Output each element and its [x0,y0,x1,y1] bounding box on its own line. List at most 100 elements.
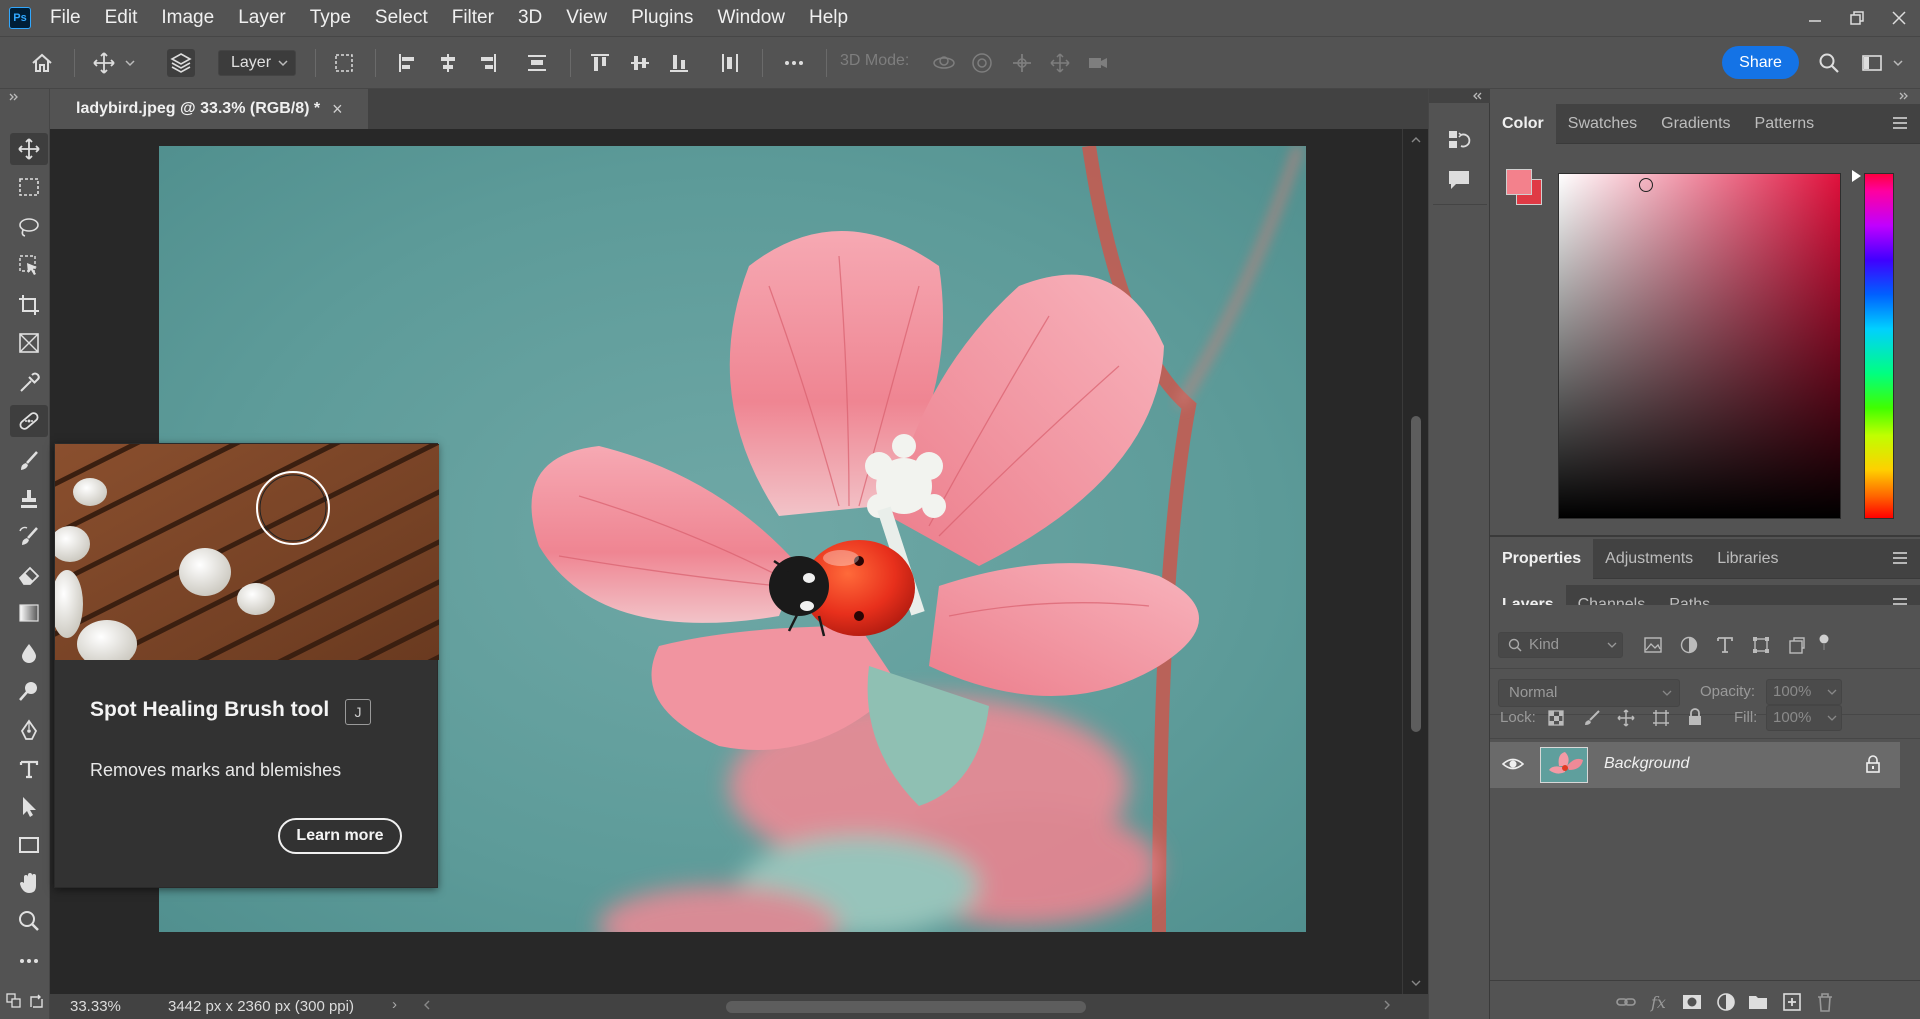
filter-adjustment-icon[interactable] [1679,635,1699,655]
filter-pixel-icon[interactable] [1643,635,1663,655]
align-vertical-center-icon[interactable] [626,49,654,77]
menu-type[interactable]: Type [310,7,351,29]
scroll-down-icon[interactable] [1410,978,1422,988]
spot-healing-brush-icon[interactable] [10,405,48,437]
tab-swatches[interactable]: Swatches [1556,104,1649,144]
chevron-down-icon[interactable] [122,49,138,77]
filter-shape-icon[interactable] [1751,635,1771,655]
scroll-left-icon[interactable] [422,996,432,1014]
frame-icon[interactable] [10,327,48,359]
menu-image[interactable]: Image [161,7,214,29]
document-tab[interactable]: ladybird.jpeg @ 33.3% (RGB/8) * × [50,89,368,129]
collapse-double-arrow-icon[interactable] [1898,90,1910,102]
pen-icon[interactable] [10,715,48,747]
filter-toggle-icon[interactable] [1817,634,1831,650]
delete-layer-icon[interactable] [1814,991,1836,1013]
zoom-icon[interactable] [10,905,48,937]
distribute-horizontal-icon[interactable] [716,49,744,77]
eraser-icon[interactable] [10,559,48,591]
type-icon[interactable] [10,753,48,785]
edit-toolbar-icon[interactable] [10,945,48,977]
align-horizontal-center-icon[interactable] [434,49,462,77]
eye-visibility-icon[interactable] [1502,755,1524,773]
restore-button[interactable] [1836,0,1878,36]
lock-artboard-icon[interactable] [1652,709,1670,727]
distribute-vertical-icon[interactable] [523,49,551,77]
crop-icon[interactable] [10,289,48,321]
fill-input[interactable]: 100% [1766,705,1842,731]
vertical-scroll-thumb[interactable] [1411,416,1421,732]
menu-plugins[interactable]: Plugins [631,7,693,29]
hue-slider[interactable] [1864,173,1894,519]
brush-icon[interactable] [10,445,48,477]
rectangle-icon[interactable] [10,829,48,861]
lock-all-icon[interactable] [1686,708,1704,726]
close-tab-icon[interactable]: × [332,99,343,120]
layer-effects-icon[interactable]: fx [1649,991,1671,1013]
minimize-button[interactable] [1794,0,1836,36]
learn-more-button[interactable]: Learn more [278,818,402,854]
rectangular-marquee-icon[interactable] [10,171,48,203]
move-tool-icon[interactable] [10,133,48,165]
comments-icon[interactable] [1444,165,1474,195]
menu-edit[interactable]: Edit [105,7,138,29]
layer-row-background[interactable]: Background [1490,742,1900,788]
object-selection-icon[interactable] [10,249,48,281]
foreground-color-swatch[interactable] [1506,169,1532,195]
filter-type-icon[interactable] [1715,635,1735,655]
close-window-button[interactable] [1878,0,1920,36]
tab-patterns[interactable]: Patterns [1743,104,1827,144]
new-group-icon[interactable] [1747,991,1769,1013]
menu-file[interactable]: File [50,7,81,29]
menu-filter[interactable]: Filter [452,7,494,29]
tab-libraries[interactable]: Libraries [1705,539,1790,579]
auto-select-icon[interactable] [167,49,195,77]
workspace-icon[interactable] [1858,49,1886,77]
add-mask-icon[interactable] [1681,991,1703,1013]
home-icon[interactable] [28,49,56,77]
layer-name[interactable]: Background [1604,755,1689,773]
new-layer-icon[interactable] [1781,991,1803,1013]
align-bottom-icon[interactable] [665,49,693,77]
tab-gradients[interactable]: Gradients [1649,104,1742,144]
lasso-icon[interactable] [10,211,48,243]
status-menu-arrow[interactable]: › [392,996,397,1013]
chevron-down-icon[interactable] [1890,49,1906,77]
layer-lock-icon[interactable] [1864,755,1882,773]
color-picker-marker[interactable] [1639,178,1653,192]
align-left-icon[interactable] [394,49,422,77]
eyedropper-icon[interactable] [10,367,48,399]
history-icon[interactable] [1444,125,1474,155]
align-right-icon[interactable] [473,49,501,77]
clone-stamp-icon[interactable] [10,483,48,515]
menu-help[interactable]: Help [809,7,848,29]
share-button[interactable]: Share [1722,46,1799,79]
zoom-level[interactable]: 33.33% [70,998,121,1015]
menu-layer[interactable]: Layer [238,7,286,29]
lock-position-icon[interactable] [1617,709,1635,727]
collapse-double-arrow-icon[interactable] [1471,90,1483,102]
filter-smart-object-icon[interactable] [1787,635,1807,655]
path-selection-icon[interactable] [10,791,48,823]
color-saturation-field[interactable] [1558,173,1841,519]
blur-icon[interactable] [10,637,48,669]
menu-window[interactable]: Window [717,7,785,29]
menu-view[interactable]: View [566,7,607,29]
menu-3d[interactable]: 3D [518,7,542,29]
scroll-right-icon[interactable] [1382,996,1392,1014]
swap-colors-icon[interactable] [28,993,46,1011]
dodge-icon[interactable] [10,675,48,707]
search-icon[interactable] [1815,49,1843,77]
scroll-up-icon[interactable] [1410,135,1422,145]
gradient-icon[interactable] [10,597,48,629]
tab-color[interactable]: Color [1490,103,1556,144]
lock-image-brush-icon[interactable] [1583,709,1601,727]
hand-icon[interactable] [10,867,48,899]
panel-menu-icon[interactable] [1892,116,1908,130]
hue-slider-marker[interactable] [1852,170,1861,182]
panel-menu-icon[interactable] [1892,551,1908,565]
new-adjustment-layer-icon[interactable] [1715,991,1737,1013]
menu-select[interactable]: Select [375,7,428,29]
more-options-icon[interactable] [780,49,808,77]
vertical-scrollbar[interactable] [1402,129,1428,994]
